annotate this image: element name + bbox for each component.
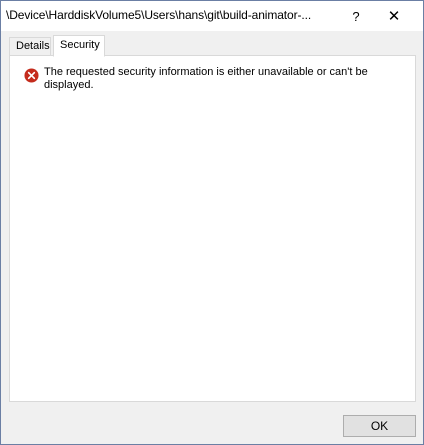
title-bar[interactable]: \Device\HarddiskVolume5\Users\hans\git\b… xyxy=(1,1,423,31)
help-icon: ? xyxy=(352,8,360,24)
window-title: \Device\HarddiskVolume5\Users\hans\git\b… xyxy=(6,8,312,22)
help-button[interactable]: ? xyxy=(338,1,374,31)
ok-button[interactable]: OK xyxy=(343,415,416,437)
security-panel: The requested security information is ei… xyxy=(9,55,416,402)
tab-security[interactable]: Security xyxy=(53,35,105,57)
error-message: The requested security information is ei… xyxy=(44,66,368,91)
error-icon xyxy=(24,68,39,83)
close-button[interactable]: ✕ xyxy=(376,1,412,31)
close-icon: ✕ xyxy=(387,8,401,25)
tab-details[interactable]: Details xyxy=(9,37,51,56)
properties-dialog: \Device\HarddiskVolume5\Users\hans\git\b… xyxy=(0,0,424,445)
